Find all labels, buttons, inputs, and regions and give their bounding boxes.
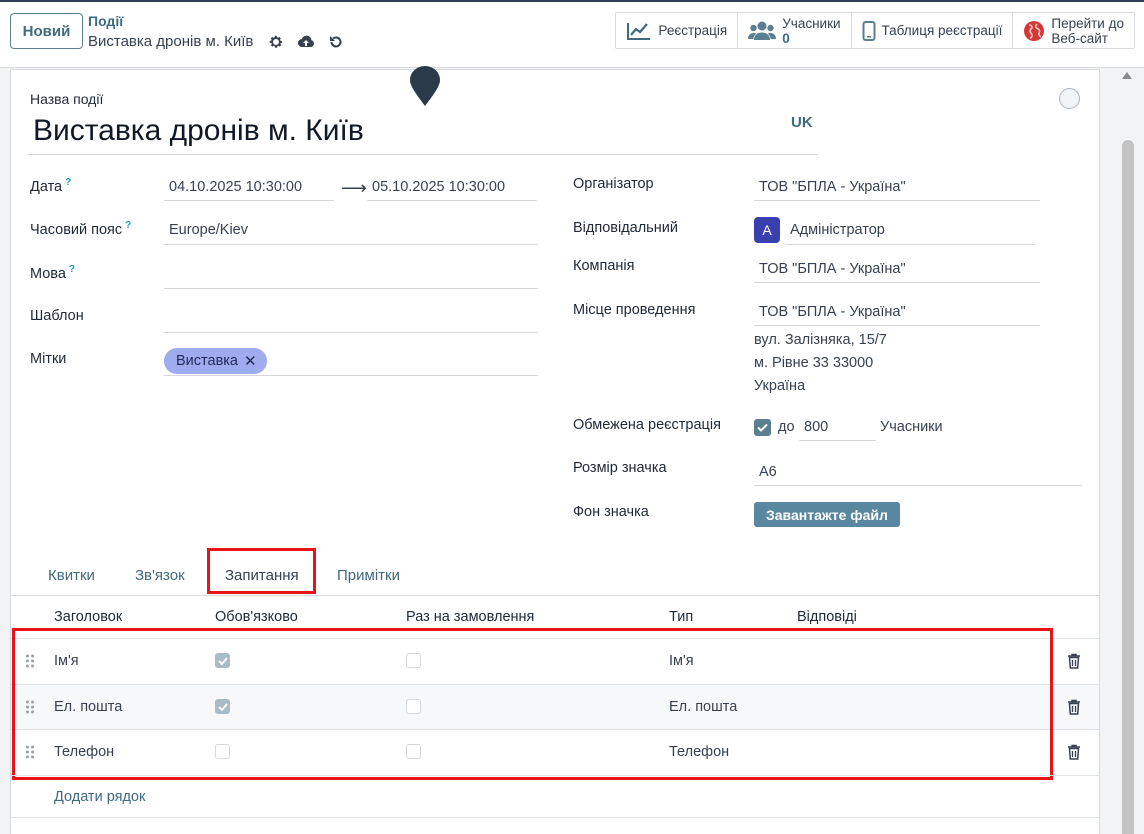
seats-limit-input[interactable]: 800 bbox=[804, 419, 828, 435]
help-tooltip-icon[interactable]: ? bbox=[65, 177, 71, 188]
map-pin-icon bbox=[410, 66, 440, 106]
tag-label: Виставка bbox=[176, 353, 238, 369]
trash-icon[interactable] bbox=[1067, 653, 1081, 669]
event-name-underline bbox=[28, 154, 818, 155]
limited-registration-label: Обмежена реєстрація bbox=[573, 417, 721, 433]
venue-street: вул. Залізняка, 15/7 bbox=[754, 332, 887, 348]
company-input[interactable]: ТОВ "БПЛА - Україна" bbox=[759, 261, 906, 277]
company-label: Компанія bbox=[573, 258, 635, 274]
attendees-count: 0 bbox=[782, 30, 790, 46]
event-name-label: Назва події bbox=[30, 91, 104, 107]
badge-size-label: Розмір значка bbox=[573, 460, 667, 476]
date-start-input[interactable]: 04.10.2025 10:30:00 bbox=[169, 179, 302, 195]
new-button[interactable]: Новий bbox=[10, 13, 83, 49]
scrollbar-thumb[interactable] bbox=[1122, 140, 1134, 834]
registration-label: Реєстрація bbox=[658, 23, 728, 38]
column-header-mandatory[interactable]: Обов'язково bbox=[215, 609, 298, 625]
website-label-line2: Веб-сайт bbox=[1051, 30, 1108, 46]
line-chart-icon bbox=[627, 22, 651, 40]
tabs-divider bbox=[11, 595, 1099, 596]
attendees-label: Учасники bbox=[782, 15, 841, 31]
trash-icon[interactable] bbox=[1067, 744, 1081, 760]
help-tooltip-icon[interactable]: ? bbox=[69, 264, 75, 275]
rows-divider bbox=[11, 775, 1099, 776]
date-start-underline bbox=[164, 200, 334, 201]
responsible-input[interactable]: Адміністратор bbox=[790, 222, 885, 238]
breadcrumb-events[interactable]: Події bbox=[88, 13, 123, 29]
gear-icon[interactable] bbox=[266, 32, 286, 52]
venue-country: Україна bbox=[754, 378, 806, 394]
organizer-underline bbox=[754, 200, 1040, 201]
tags-underline bbox=[164, 375, 538, 376]
record-actions bbox=[266, 32, 346, 52]
date-label: Дата? bbox=[30, 177, 72, 195]
tab-communication[interactable]: Зв'язок bbox=[135, 567, 185, 584]
remove-tag-icon[interactable]: ✕ bbox=[244, 352, 257, 370]
badge-size-underline bbox=[754, 485, 1082, 486]
add-line-link[interactable]: Додати рядок bbox=[54, 789, 145, 805]
avatar: A bbox=[754, 217, 780, 243]
badge-size-select[interactable]: A6 bbox=[759, 464, 777, 480]
scroll-up-arrow-icon[interactable] bbox=[1122, 72, 1132, 79]
control-panel: Новий Події Виставка дронів м. Київ Реєс… bbox=[0, 0, 1144, 68]
column-header-once-per-order[interactable]: Раз на замовлення bbox=[406, 609, 534, 625]
arrow-right-icon: ⟶ bbox=[341, 178, 367, 198]
date-end-input[interactable]: 05.10.2025 10:30:00 bbox=[372, 179, 505, 195]
attendees-button[interactable]: Учасники 0 bbox=[738, 13, 852, 48]
language-underline bbox=[164, 288, 538, 289]
trash-icon[interactable] bbox=[1067, 699, 1081, 715]
limit-to-label: до bbox=[778, 419, 795, 435]
event-name-input[interactable]: Виставка дронів м. Київ bbox=[33, 114, 364, 148]
upload-file-button[interactable]: Завантажте файл bbox=[754, 502, 900, 527]
language-toggle-button[interactable]: UK bbox=[791, 114, 813, 131]
cloud-upload-icon[interactable] bbox=[296, 32, 316, 52]
column-header-title[interactable]: Заголовок bbox=[54, 609, 122, 625]
website-label-line1: Перейти до bbox=[1051, 15, 1124, 31]
timezone-select[interactable]: Europe/Kiev bbox=[169, 222, 248, 238]
limited-registration-checkbox[interactable] bbox=[754, 419, 771, 436]
discard-undo-icon[interactable] bbox=[326, 32, 346, 52]
globe-icon bbox=[1024, 20, 1045, 41]
check-icon bbox=[757, 423, 768, 432]
venue-input[interactable]: ТОВ "БПЛА - Україна" bbox=[759, 304, 906, 320]
tag-chip: Виставка ✕ bbox=[164, 348, 267, 374]
badge-background-label: Фон значка bbox=[573, 504, 649, 520]
column-header-type[interactable]: Тип bbox=[669, 609, 693, 625]
date-end-underline bbox=[367, 200, 537, 201]
organizer-input[interactable]: ТОВ "БПЛА - Україна" bbox=[759, 179, 906, 195]
registration-button[interactable]: Реєстрація bbox=[616, 13, 739, 48]
record-title: Виставка дронів м. Київ bbox=[88, 33, 254, 50]
tab-tickets[interactable]: Квитки bbox=[48, 567, 95, 584]
responsible-label: Відповідальний bbox=[573, 220, 678, 236]
tags-label: Мітки bbox=[30, 351, 67, 367]
highlight-box-rows bbox=[12, 628, 1053, 780]
highlight-box-tab bbox=[207, 548, 316, 594]
registration-desk-label: Таблиця реєстрації bbox=[881, 23, 1003, 38]
limit-unit-label: Учасники bbox=[880, 419, 943, 435]
column-header-answers[interactable]: Відповіді bbox=[797, 609, 857, 625]
venue-city: м. Рівне 33 33000 bbox=[754, 355, 874, 371]
mobile-icon bbox=[862, 20, 876, 41]
template-underline bbox=[164, 332, 538, 333]
smart-buttons: Реєстрація Учасники 0 Таблиця реєстрації… bbox=[615, 12, 1135, 49]
venue-label: Місце проведення bbox=[573, 302, 696, 318]
responsible-underline bbox=[785, 244, 1035, 245]
kanban-state-indicator[interactable] bbox=[1059, 88, 1080, 109]
users-icon bbox=[748, 21, 777, 40]
timezone-label: Часовий пояс? bbox=[30, 220, 132, 238]
registration-desk-button[interactable]: Таблиця реєстрації bbox=[851, 13, 1014, 48]
company-underline bbox=[754, 282, 1040, 283]
seats-limit-underline bbox=[799, 440, 876, 441]
venue-underline bbox=[754, 325, 1040, 326]
timezone-underline bbox=[164, 244, 538, 245]
language-label: Мова? bbox=[30, 264, 76, 282]
help-tooltip-icon[interactable]: ? bbox=[125, 220, 131, 231]
organizer-label: Організатор bbox=[573, 176, 654, 192]
template-label: Шаблон bbox=[30, 308, 84, 324]
table-bottom-divider bbox=[11, 817, 1099, 818]
tab-notes[interactable]: Примітки bbox=[337, 567, 400, 584]
go-to-website-button[interactable]: Перейти до Веб-сайт bbox=[1013, 13, 1134, 48]
